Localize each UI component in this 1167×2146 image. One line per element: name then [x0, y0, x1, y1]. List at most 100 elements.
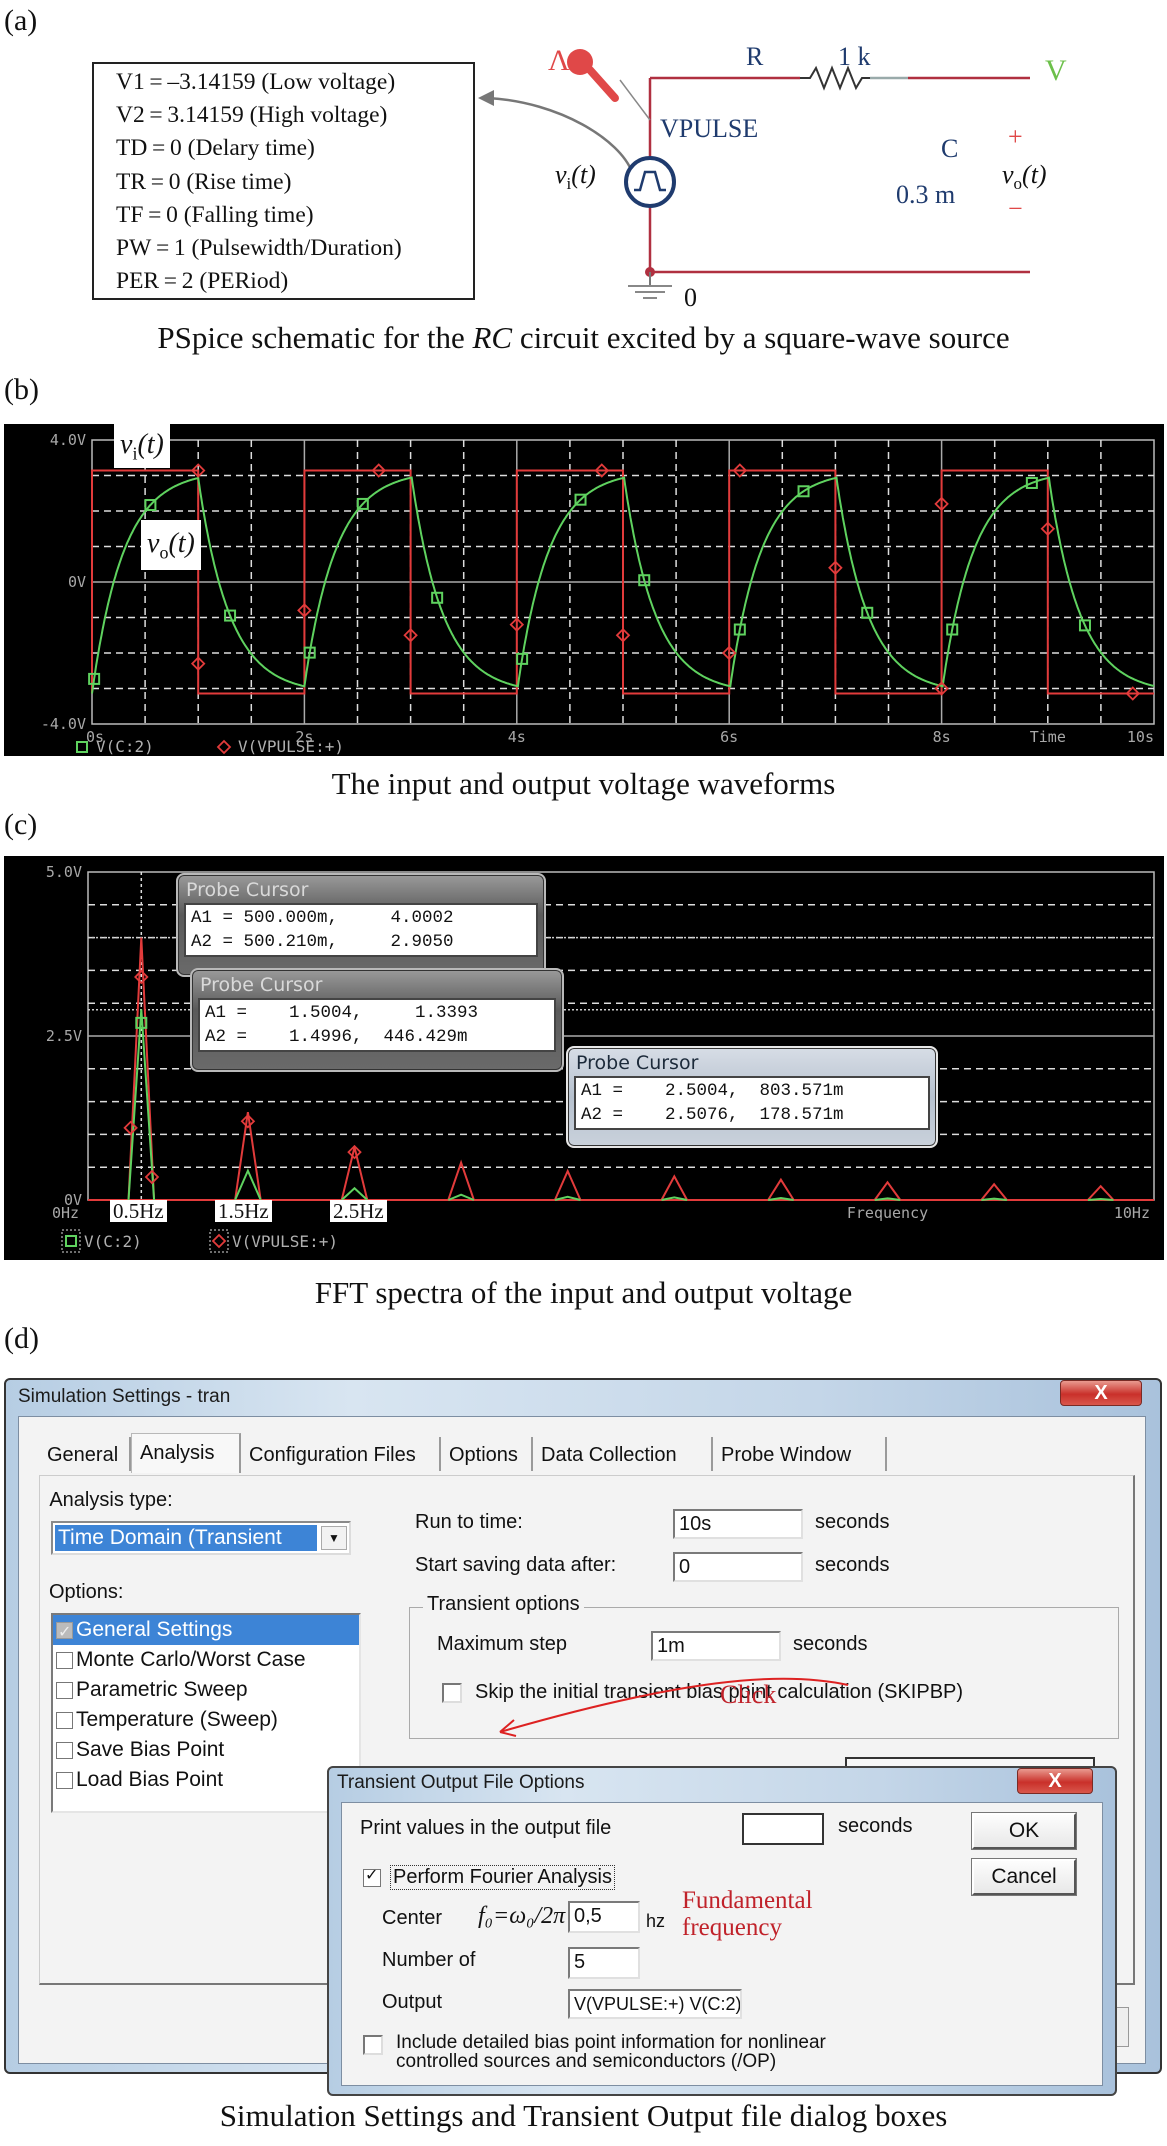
panel-b-label: (b)	[4, 373, 39, 406]
tab-options[interactable]: Options	[441, 1437, 533, 1471]
vpulse-spectrum-peak	[234, 1111, 262, 1201]
legend-vpulse-label: V(VPULSE:+)	[238, 737, 344, 756]
resistor-name: R	[746, 42, 764, 71]
run-to-time-label: Run to time:	[415, 1511, 523, 1533]
checkbox-icon[interactable]	[56, 1741, 73, 1759]
center-formula: f₀=ω₀/2π	[478, 1903, 566, 1929]
option-save-bias-point[interactable]: Save Bias Point	[53, 1735, 359, 1765]
x-tick-label: 8s	[933, 728, 951, 746]
probe-cursor-title: Probe Cursor	[200, 974, 323, 996]
chevron-down-icon[interactable]: ▼	[321, 1526, 347, 1550]
dialog-title: Transient Output File Options	[337, 1772, 585, 1793]
x-tick-label: 0Hz	[52, 1204, 79, 1222]
vi-trace-label: vi(t)	[114, 424, 170, 468]
number-of-harmonics-input[interactable]: 5	[568, 1947, 640, 1979]
legend-vpulse-marker	[211, 1233, 227, 1249]
param-v2: V2 = 3.14159 (High voltage)	[116, 102, 388, 129]
print-values-unit: seconds	[838, 1815, 913, 1837]
probe-cursor-readout: A1 = 2.5004, 803.571m A2 = 2.5076, 178.57…	[574, 1076, 930, 1130]
run-to-time-input[interactable]: 10s	[673, 1509, 803, 1539]
param-td: TD = 0 (Delary time)	[116, 135, 315, 162]
analysis-type-label: AAnalysis type:	[49, 1489, 173, 1511]
start-saving-label: Start saving data after:	[415, 1554, 617, 1576]
panel-a-label: (a)	[4, 4, 38, 37]
checkbox-icon[interactable]	[56, 1771, 73, 1789]
option-general-settings[interactable]: General Settings	[53, 1615, 359, 1648]
options-label: Options:	[49, 1581, 124, 1603]
tab-probe-window[interactable]: Probe Window	[713, 1437, 887, 1471]
probe-cursor-title: Probe Cursor	[186, 879, 309, 901]
output-variables-input[interactable]: V(VPULSE:+) V(C:2)	[568, 1989, 742, 2019]
include-bias-checkbox[interactable]	[363, 2035, 383, 2055]
checkbox-icon[interactable]	[56, 1711, 73, 1729]
option-monte-carlo[interactable]: Monte Carlo/Worst Case	[53, 1645, 359, 1675]
vpulse-spectrum-peak	[553, 1168, 582, 1201]
tab-data-collection[interactable]: Data Collection	[533, 1437, 713, 1471]
close-icon: X	[1094, 1382, 1108, 1404]
tab-analysis[interactable]: Analysis	[131, 1433, 241, 1473]
close-button[interactable]: X	[1017, 1768, 1093, 1794]
print-values-label: Print values in the output file	[360, 1817, 612, 1839]
option-load-bias-point[interactable]: Load Bias Point	[53, 1765, 359, 1795]
panel-c-caption: FFT spectra of the input and output volt…	[314, 1275, 853, 1310]
probe-cursor-window-1[interactable]: Probe Cursor A1 = 500.000m, 4.0002 A2 = 5…	[176, 873, 546, 977]
vpulse-spectrum-peak	[1087, 1184, 1115, 1201]
vc2-spectrum-peak	[1087, 1198, 1114, 1201]
pointer-arrow-head	[478, 90, 494, 106]
voltage-probe-red	[586, 66, 619, 102]
vpulse-source-symbol	[624, 156, 676, 208]
freq-label-0-5hz: 0.5Hz	[110, 1200, 167, 1222]
options-listbox[interactable]: General Settings Monte Carlo/Worst Case …	[51, 1613, 361, 1813]
tab-general[interactable]: General	[39, 1437, 131, 1471]
x-tick-label: 6s	[720, 728, 738, 746]
y-tick-label: -4.0V	[41, 715, 86, 733]
fourier-checkbox[interactable]	[363, 1865, 381, 1887]
start-saving-input[interactable]: 0	[673, 1552, 803, 1582]
probe-cursor-window-3[interactable]: Probe Cursor A1 = 2.5004, 803.571m A2 = 2…	[566, 1046, 938, 1148]
print-values-input[interactable]	[742, 1813, 824, 1845]
transient-waveform-plot: 4.0V 0V -4.0V 0s 2s 4s 6s 8s 10s Time V(C:2) V(VPUL…	[4, 424, 1164, 756]
vpulse-marker	[123, 1120, 138, 1136]
fourier-checkbox-row[interactable]: Perform Fourier Analysis	[360, 1865, 615, 1890]
start-saving-unit: seconds	[815, 1554, 890, 1576]
x-axis-label: Time	[1030, 728, 1066, 746]
option-parametric-sweep[interactable]: Parametric Sweep	[53, 1675, 359, 1705]
analysis-type-value: Time Domain (Transient	[55, 1525, 317, 1551]
option-temperature-sweep[interactable]: Temperature (Sweep)	[53, 1705, 359, 1735]
include-bias-checkbox-row[interactable]: Include detailed bias point information …	[360, 2033, 826, 2071]
legend-vpulse-marker	[216, 739, 232, 755]
cancel-button[interactable]: Cancel	[972, 1859, 1076, 1895]
x-axis-label: Frequency	[847, 1204, 928, 1222]
max-step-input[interactable]: 1m	[651, 1631, 781, 1661]
y-tick-label: 5.0V	[46, 863, 82, 881]
freq-label-2-5hz: 2.5Hz	[330, 1200, 387, 1222]
vpulse-spectrum-peak	[340, 1147, 369, 1201]
click-annotation-arrow	[499, 1677, 849, 1737]
tab-configuration-files[interactable]: Configuration Files	[241, 1437, 441, 1471]
param-per: PER = 2 (PERiod)	[116, 268, 289, 295]
checkbox-icon[interactable]	[56, 1681, 73, 1699]
center-frequency-input[interactable]: 0,5	[568, 1901, 640, 1933]
ground-label: 0	[684, 283, 697, 312]
checkbox-icon[interactable]	[56, 1651, 73, 1669]
y-tick-label: 2.5V	[46, 1027, 82, 1045]
fundamental-frequency-annotation: Fundamental frequency	[682, 1887, 813, 1941]
analysis-type-dropdown[interactable]: Time Domain (Transient ▼	[51, 1521, 351, 1555]
output-minus-sign: −	[1008, 194, 1023, 223]
vo-trace-label: vo(t)	[141, 520, 201, 570]
dialog-title: Simulation Settings - tran	[18, 1386, 231, 1407]
panel-a-caption: PSpice schematic for the RC circuit exci…	[157, 320, 1010, 355]
panel-b-caption: The input and output voltage waveforms	[331, 766, 836, 801]
probe-cursor-title: Probe Cursor	[576, 1052, 699, 1074]
max-step-label: Maximum step	[437, 1633, 568, 1655]
max-step-unit: seconds	[793, 1633, 868, 1655]
capacitor-value: 0.3 m	[896, 180, 956, 209]
probe-cursor-window-2[interactable]: Probe Cursor A1 = 1.5004, 1.3393 A2 = 1.4…	[190, 968, 564, 1072]
skip-bias-checkbox[interactable]	[442, 1682, 462, 1703]
checkbox-icon[interactable]	[56, 1618, 73, 1648]
close-button[interactable]: X	[1060, 1380, 1142, 1406]
click-annotation: Click	[720, 1680, 777, 1709]
x-tick-label: 10Hz	[1114, 1204, 1150, 1222]
legend-vc2-label: V(C:2)	[96, 737, 154, 756]
ok-button[interactable]: OK	[972, 1813, 1076, 1849]
